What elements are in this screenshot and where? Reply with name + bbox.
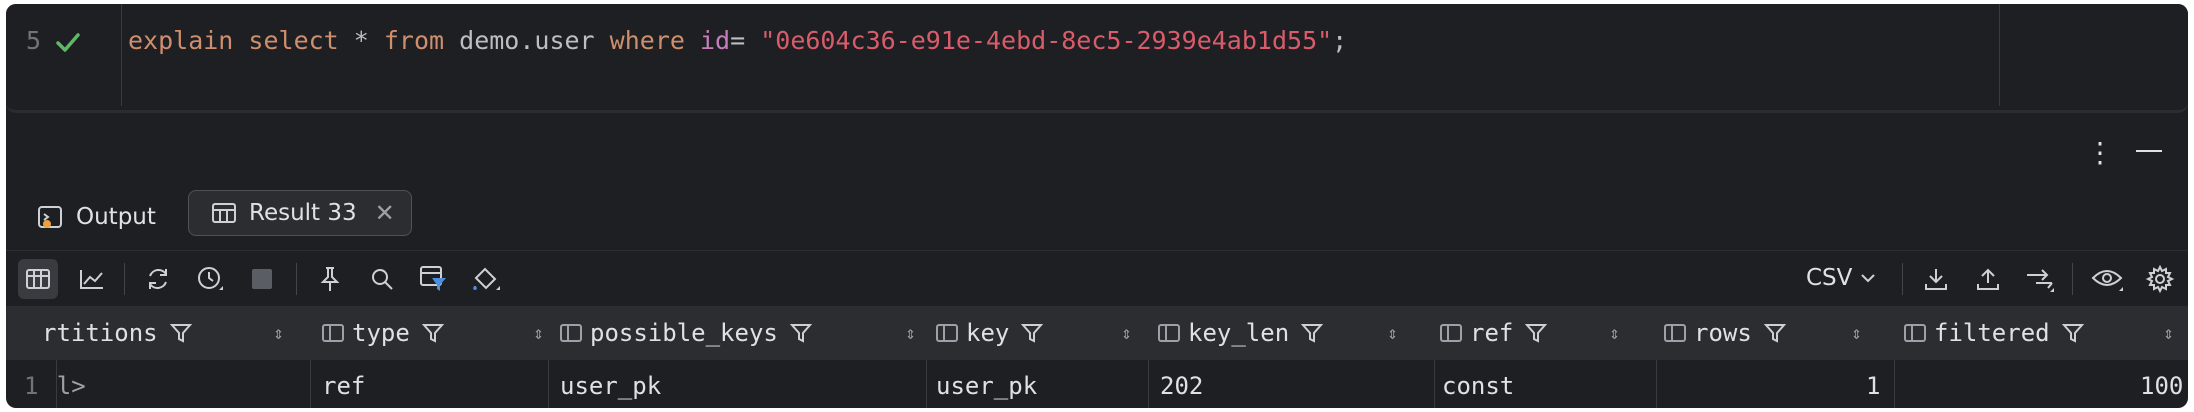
- keyword-from: from: [383, 26, 445, 55]
- column-header-possible-keys[interactable]: possible_keys ⇕: [560, 306, 930, 360]
- paint-bucket-icon[interactable]: [466, 259, 506, 299]
- close-tab-icon[interactable]: ✕: [375, 199, 395, 227]
- row-number: 1: [24, 372, 39, 400]
- column-header-key-len[interactable]: key_len ⇕: [1158, 306, 1412, 360]
- gutter-divider: [121, 4, 122, 106]
- sort-icon[interactable]: ⇕: [1609, 323, 1620, 344]
- column-icon: [936, 324, 958, 342]
- column-header-label: filtered: [1934, 319, 2050, 347]
- column-header-label: ref: [1470, 319, 1514, 347]
- column-id: id: [700, 26, 731, 55]
- column-icon: [1158, 324, 1180, 342]
- settings-gear-icon[interactable]: [2140, 259, 2180, 299]
- tab-result-33[interactable]: Result 33 ✕: [188, 190, 412, 236]
- table-header: rtitions ⇕ type ⇕ possible_keys ⇕ key ⇕ …: [6, 306, 2188, 360]
- filter-icon[interactable]: [789, 322, 812, 344]
- history-icon[interactable]: [190, 259, 230, 299]
- table-cell-possible-keys[interactable]: user_pk: [560, 360, 661, 408]
- filter-icon[interactable]: [169, 322, 192, 344]
- search-icon[interactable]: [362, 259, 402, 299]
- keyword-where: where: [609, 26, 685, 55]
- more-options-icon[interactable]: ⋮: [2086, 136, 2114, 169]
- sort-icon[interactable]: ⇕: [533, 323, 544, 344]
- table-cell-filtered[interactable]: 100: [2140, 360, 2183, 408]
- pin-icon[interactable]: [310, 259, 350, 299]
- table-view-icon[interactable]: [18, 259, 58, 299]
- equals-operator: =: [730, 26, 761, 55]
- string-literal: "0e604c36-e91e-4ebd-8ec5-2939e4ab1d55": [760, 26, 1333, 55]
- sort-icon[interactable]: ⇕: [905, 323, 916, 344]
- line-number: 5: [26, 26, 42, 55]
- result-toolbar: CSV: [6, 250, 2188, 307]
- column-header-ref[interactable]: ref ⇕: [1440, 306, 1634, 360]
- table-cell-ref[interactable]: const: [1442, 360, 1514, 408]
- column-header-label: rtitions: [42, 319, 158, 347]
- table-name: demo.user: [444, 26, 610, 55]
- sql-editor[interactable]: 5 explain select * from demo.user where …: [6, 4, 2188, 113]
- console-icon: [38, 206, 62, 228]
- sort-icon[interactable]: ⇕: [1121, 323, 1132, 344]
- check-icon: [56, 33, 80, 52]
- stop-icon[interactable]: [242, 259, 282, 299]
- tab-output-label: Output: [76, 204, 156, 230]
- column-icon: [1664, 324, 1686, 342]
- toolbar-separator: [124, 263, 125, 295]
- table-cell-key-len[interactable]: 202: [1160, 360, 1203, 408]
- filter-icon[interactable]: [421, 322, 444, 344]
- filter-icon[interactable]: [1021, 322, 1044, 344]
- star: *: [338, 26, 384, 55]
- sort-icon[interactable]: ⇕: [1387, 323, 1398, 344]
- tab-output[interactable]: Output: [36, 194, 156, 240]
- chart-view-icon[interactable]: [72, 259, 112, 299]
- table-cell-rows[interactable]: 1: [1866, 360, 1880, 408]
- column-header-label: type: [352, 319, 410, 347]
- download-icon[interactable]: [1916, 259, 1956, 299]
- compare-icon[interactable]: [2020, 259, 2060, 299]
- column-icon: [1904, 324, 1926, 342]
- column-header-label: key_len: [1188, 319, 1290, 347]
- column-icon: [1440, 324, 1462, 342]
- column-icon: [560, 324, 582, 342]
- cell-value: <null>: [57, 372, 86, 400]
- semicolon: ;: [1332, 26, 1348, 55]
- export-format-dropdown[interactable]: CSV: [1806, 265, 1876, 291]
- column-header-partitions[interactable]: rtitions ⇕: [42, 306, 298, 360]
- chevron-down-icon: [1861, 274, 1876, 283]
- column-header-key[interactable]: key ⇕: [936, 306, 1146, 360]
- sort-icon[interactable]: ⇕: [273, 323, 284, 344]
- toolbar-separator: [1902, 263, 1903, 295]
- filter-icon[interactable]: [1763, 322, 1786, 344]
- minimize-icon[interactable]: [2136, 150, 2162, 152]
- column-header-type[interactable]: type ⇕: [322, 306, 558, 360]
- table-row[interactable]: 1 <null> ref user_pk user_pk 202 const 1…: [6, 360, 2188, 408]
- filter-icon[interactable]: [1525, 322, 1548, 344]
- filter-table-icon[interactable]: [414, 259, 454, 299]
- column-header-filtered[interactable]: filtered ⇕: [1904, 306, 2188, 360]
- filter-icon[interactable]: [2061, 322, 2084, 344]
- refresh-icon[interactable]: [138, 259, 178, 299]
- keyword-explain-select: explain select: [128, 26, 339, 55]
- ide-window: 5 explain select * from demo.user where …: [6, 4, 2188, 408]
- filter-icon[interactable]: [1301, 322, 1324, 344]
- eye-icon[interactable]: [2088, 259, 2128, 299]
- column-icon: [322, 324, 344, 342]
- column-header-label: possible_keys: [590, 319, 778, 347]
- tab-result-label: Result 33: [249, 200, 357, 226]
- toolbar-separator: [2072, 263, 2073, 295]
- table-cell-key[interactable]: user_pk: [936, 360, 1037, 408]
- toolbar-separator: [296, 263, 297, 295]
- sort-icon[interactable]: ⇕: [1851, 323, 1862, 344]
- table-cell-partitions[interactable]: <null>: [57, 360, 309, 408]
- table-icon: [212, 203, 236, 223]
- sort-icon[interactable]: ⇕: [2163, 323, 2174, 344]
- sql-code-line[interactable]: explain select * from demo.user where id…: [128, 26, 1347, 55]
- upload-icon[interactable]: [1968, 259, 2008, 299]
- column-header-rows[interactable]: rows ⇕: [1664, 306, 1876, 360]
- column-header-label: key: [966, 319, 1010, 347]
- column-header-label: rows: [1694, 319, 1752, 347]
- editor-right-divider: [1999, 4, 2000, 106]
- table-cell-type[interactable]: ref: [322, 360, 365, 408]
- export-format-label: CSV: [1806, 265, 1853, 291]
